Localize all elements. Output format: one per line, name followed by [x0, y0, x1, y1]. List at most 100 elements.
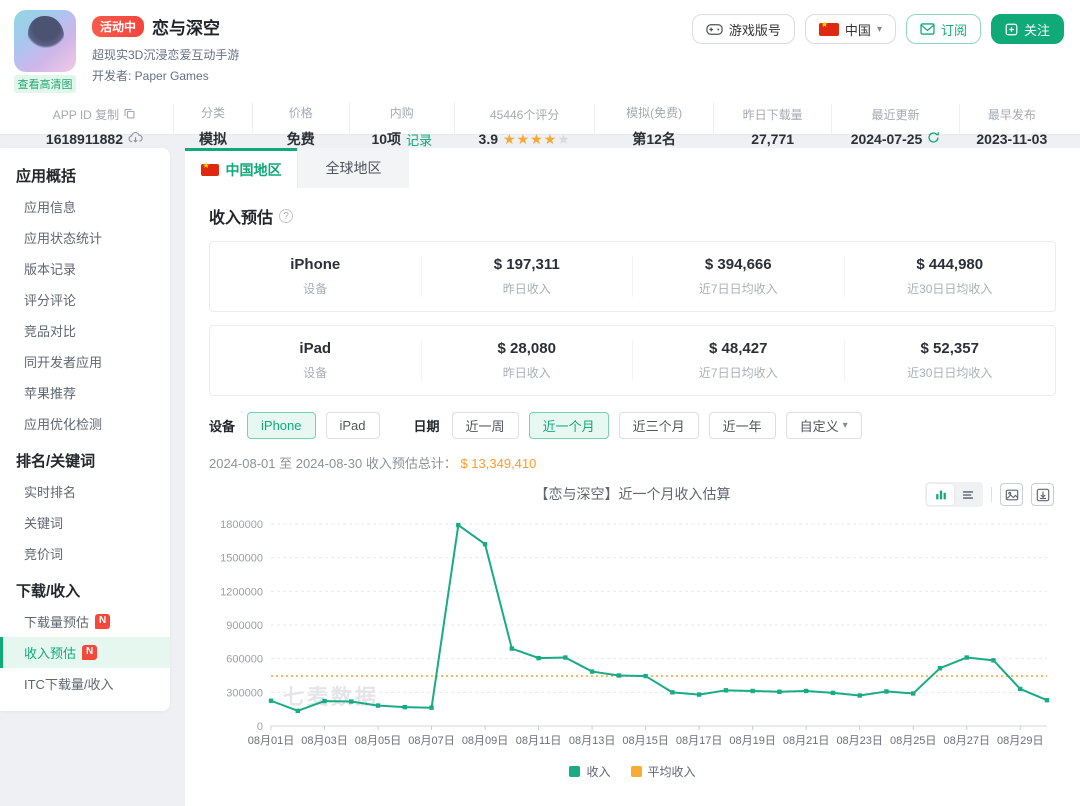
svg-text:08月21日: 08月21日	[783, 735, 829, 747]
page: 查看高清图 活动中 恋与深空 超现实3D沉浸恋爱互动手游 开发者: Paper …	[0, 0, 1080, 806]
divider	[991, 487, 992, 502]
legend-swatch-icon	[631, 766, 642, 777]
filter-chip-iPad[interactable]: iPad	[326, 412, 380, 439]
stat-label: 分类	[178, 104, 248, 121]
metric-label: 昨日收入	[422, 364, 633, 381]
stat-value: 27,771	[718, 131, 828, 147]
filter-bar: 设备iPhoneiPad日期近一周近一个月近三个月近一年自定义▾	[209, 412, 1056, 439]
stat-value: 2023-11-03	[964, 131, 1060, 147]
app-stats-strip: APP ID 复制1618911882分类模拟价格免费内购10项记录45446个…	[0, 102, 1080, 151]
gamepad-icon	[706, 23, 723, 36]
metric-value: $ 48,427	[633, 340, 844, 357]
sidebar-item-苹果推荐[interactable]: 苹果推荐	[0, 377, 170, 408]
new-badge: N	[82, 645, 97, 660]
stat-3: 内购10项记录	[350, 102, 455, 151]
sidebar-section-title: 排名/关键词	[0, 439, 170, 476]
metric-cell: $ 197,311昨日收入	[422, 256, 634, 297]
china-flag-icon	[819, 23, 839, 36]
device-card-iPad: iPad设备$ 28,080昨日收入$ 48,427 近7日日均收入$ 52,35…	[209, 325, 1056, 396]
sidebar-item-关键词[interactable]: 关键词	[0, 507, 170, 538]
sidebar-item-应用优化检测[interactable]: 应用优化检测	[0, 408, 170, 439]
app-icon[interactable]	[14, 10, 76, 72]
svg-text:600000: 600000	[226, 654, 263, 666]
filter-chip-近一周[interactable]: 近一周	[452, 412, 519, 439]
bar-chart-icon[interactable]	[927, 484, 954, 505]
refresh-icon[interactable]	[927, 131, 940, 147]
sidebar-item-收入预估[interactable]: 收入预估N	[0, 637, 170, 668]
sidebar-item-评分评论[interactable]: 评分评论	[0, 284, 170, 315]
filter-chip-近一个月[interactable]: 近一个月	[529, 412, 609, 439]
app-subtitle: 超现实3D沉浸恋爱互动手游	[92, 46, 239, 63]
tab-中国地区[interactable]: 中国地区	[185, 148, 297, 188]
device-revenue-cards: iPhone设备$ 197,311昨日收入$ 394,666近7日日均收入$ 4…	[209, 241, 1056, 396]
legend-item-平均收入[interactable]: 平均收入	[631, 763, 696, 780]
chevron-down-icon: ▾	[843, 420, 848, 431]
filter-chip-自定义[interactable]: 自定义▾	[786, 412, 862, 439]
revenue-total: $ 13,349,410	[460, 456, 536, 471]
svg-text:08月13日: 08月13日	[569, 735, 615, 747]
svg-text:08月09日: 08月09日	[462, 735, 508, 747]
metric-value: $ 52,357	[845, 340, 1056, 357]
plus-square-icon	[1005, 23, 1018, 36]
export-image-icon[interactable]	[1000, 483, 1023, 506]
chevron-down-icon: ▾	[877, 24, 882, 35]
stat-value: 2024-07-25	[836, 131, 954, 147]
stat-8: 最早发布2023-11-03	[960, 104, 1064, 149]
svg-text:08月19日: 08月19日	[729, 735, 775, 747]
svg-text:08月01日: 08月01日	[248, 735, 294, 747]
filter-chip-近一年[interactable]: 近一年	[709, 412, 776, 439]
filter-chip-近三个月[interactable]: 近三个月	[619, 412, 699, 439]
record-link[interactable]: 记录	[406, 130, 432, 149]
game-license-button[interactable]: 游戏版号	[692, 14, 795, 44]
stat-value: 3.9★★★★★★★★★★	[459, 131, 590, 147]
app-title: 恋与深空	[152, 14, 220, 39]
svg-text:300000: 300000	[226, 687, 263, 699]
sidebar-item-同开发者应用[interactable]: 同开发者应用	[0, 346, 170, 377]
metric-label: 近7日日均收入	[633, 364, 844, 381]
sidebar-nav: 应用概括应用信息应用状态统计版本记录评分评论竞品对比同开发者应用苹果推荐应用优化…	[0, 148, 170, 711]
sidebar-item-下载量预估[interactable]: 下载量预估N	[0, 606, 170, 637]
stat-value: 第12名	[599, 129, 709, 149]
china-flag-icon	[201, 164, 219, 176]
svg-text:0: 0	[257, 721, 263, 733]
sidebar-item-应用状态统计[interactable]: 应用状态统计	[0, 222, 170, 253]
stat-2: 价格免费	[253, 102, 350, 151]
svg-text:08月25日: 08月25日	[890, 735, 936, 747]
app-header: 查看高清图 活动中 恋与深空 超现实3D沉浸恋爱互动手游 开发者: Paper …	[0, 0, 1080, 135]
sidebar-item-版本记录[interactable]: 版本记录	[0, 253, 170, 284]
metric-cell: $ 48,427 近7日日均收入	[633, 340, 845, 381]
tab-全球地区[interactable]: 全球地区	[297, 148, 409, 188]
copy-icon[interactable]	[123, 107, 136, 123]
sidebar-item-竞价词[interactable]: 竞价词	[0, 538, 170, 569]
metric-cell: $ 28,080昨日收入	[422, 340, 634, 381]
sidebar-section-title: 下载/收入	[0, 569, 170, 606]
help-question-icon[interactable]: ?	[279, 209, 293, 223]
list-view-icon[interactable]	[954, 484, 981, 505]
metric-value: $ 197,311	[422, 256, 633, 273]
sidebar-section-title: 应用概括	[0, 154, 170, 191]
metric-cell: $ 444,980近30日日均收入	[845, 256, 1056, 297]
follow-button[interactable]: 关注	[991, 14, 1064, 44]
sidebar-item-ITC下载量/收入[interactable]: ITC下载量/收入	[0, 668, 170, 699]
live-event-badge: 活动中	[92, 16, 144, 37]
app-developer[interactable]: 开发者: Paper Games	[92, 67, 239, 84]
main-panel: 中国地区全球地区 收入预估 ? iPhone设备$ 197,311昨日收入$ 3…	[185, 148, 1080, 806]
stat-label: APP ID 复制	[20, 106, 169, 123]
cloud-download-icon[interactable]	[128, 131, 143, 147]
stat-0: APP ID 复制1618911882	[16, 104, 174, 149]
date-filter-label: 日期	[414, 416, 440, 435]
download-data-icon[interactable]	[1031, 483, 1054, 506]
country-select[interactable]: 中国 ▾	[805, 14, 896, 44]
sidebar-item-应用信息[interactable]: 应用信息	[0, 191, 170, 222]
filter-chip-iPhone[interactable]: iPhone	[247, 412, 315, 439]
device-name-cell: iPad设备	[210, 340, 422, 381]
stat-label: 45446个评分	[459, 106, 590, 123]
metric-label: 近30日日均收入	[845, 364, 1056, 381]
subscribe-button[interactable]: 订阅	[906, 14, 981, 44]
chart-legend: 收入 平均收入	[209, 763, 1056, 780]
legend-item-收入[interactable]: 收入	[569, 763, 610, 780]
view-hd-image-link[interactable]: 查看高清图	[14, 75, 76, 93]
sidebar-item-竞品对比[interactable]: 竞品对比	[0, 315, 170, 346]
revenue-line-chart[interactable]: 0300000600000900000120000015000001800000…	[209, 510, 1056, 757]
sidebar-item-实时排名[interactable]: 实时排名	[0, 476, 170, 507]
